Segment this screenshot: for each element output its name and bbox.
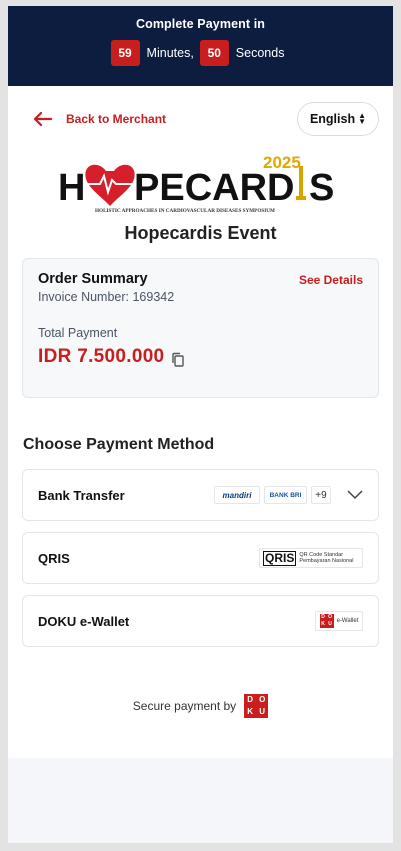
bri-logo: BANK BRI [264,486,307,504]
invoice-number: Invoice Number: 169342 [38,290,175,304]
see-details-link[interactable]: See Details [299,273,363,287]
payment-method-doku-ewallet[interactable]: DOKU e-Wallet DOKU e-Wallet [22,595,379,647]
qris-logo-subtext: QR Code Standar Pembayaran Nasional [299,552,354,564]
total-payment-row: IDR 7.500.000 [38,346,363,368]
logo-name-right: S [309,167,334,209]
secure-payment-footer: Secure payment by DOKU [8,694,393,718]
mandiri-logo: mandiri [214,486,260,504]
qris-label: QRIS [38,550,70,566]
payment-method-bank-transfer[interactable]: Bank Transfer mandiri BANK BRI +9 [22,469,379,521]
arrow-left-icon [34,111,52,126]
choose-payment-title: Choose Payment Method [23,436,215,453]
event-title: Hopecardis Event [124,223,277,243]
sort-caret-icon: ▲ ▼ [358,110,367,126]
qris-logo-text: QRIS [263,550,297,566]
doku-logo: DOKU [244,694,269,718]
timer-title: Complete Payment in [135,17,265,31]
back-to-merchant-link[interactable]: Back to Merchant [34,111,167,126]
timer-countdown: 59 Minutes, 50 Seconds [8,40,393,66]
event-logo: 2025 H PECARD S HOLISTIC APPROACHES IN C… [8,141,393,219]
checkout-frame: Complete Payment in 59 Minutes, 50 Secon… [0,0,401,851]
hopecardis-logo: 2025 H PECARD S HOLISTIC APPROACHES IN C… [58,153,334,214]
monument-icon [299,166,303,200]
timer-seconds-label: Seconds [235,46,285,60]
timer-seconds: 50 [199,40,229,66]
language-label: English [309,111,356,126]
timer-minutes: 59 [110,40,140,66]
bank-transfer-label: Bank Transfer [38,487,125,503]
language-selector[interactable]: English ▲ ▼ [297,101,379,136]
ewallet-logo-text: e-Wallet [336,618,359,624]
order-summary-card: Order Summary See Details Invoice Number… [22,258,379,398]
secure-payment-label: Secure payment by [132,699,237,713]
top-navigation: Back to Merchant English ▲ ▼ [8,86,393,141]
timer-minutes-label: Minutes, [146,46,194,60]
more-banks-count: +9 [311,486,331,504]
logo-tagline: HOLISTIC APPROACHES IN CARDIOVASCULAR DI… [95,208,275,214]
doku-ewallet-logo: DOKU e-Wallet [311,611,363,631]
total-payment-amount: IDR 7.500.000 [38,346,165,367]
qris-logo: QRIS QR Code Standar Pembayaran Nasional [255,548,363,568]
logo-name-mid: PECARD [134,167,294,209]
doku-mini-logo: DOKU [319,614,334,628]
back-label: Back to Merchant [66,111,167,126]
logo-name-left: H [58,167,85,209]
chevron-down-icon[interactable] [347,490,363,500]
bank-transfer-logos: mandiri BANK BRI +9 [210,486,363,504]
total-payment-label: Total Payment [38,326,118,340]
checkout-card: Back to Merchant English ▲ ▼ 2025 H PECAR… [8,86,393,758]
page-background-footer [8,758,393,843]
copy-icon[interactable] [171,352,185,367]
payment-timer-bar: Complete Payment in 59 Minutes, 50 Secon… [8,6,393,86]
payment-method-qris[interactable]: QRIS QRIS QR Code Standar Pembayaran Nas… [22,532,379,584]
doku-ewallet-label: DOKU e-Wallet [38,613,130,629]
